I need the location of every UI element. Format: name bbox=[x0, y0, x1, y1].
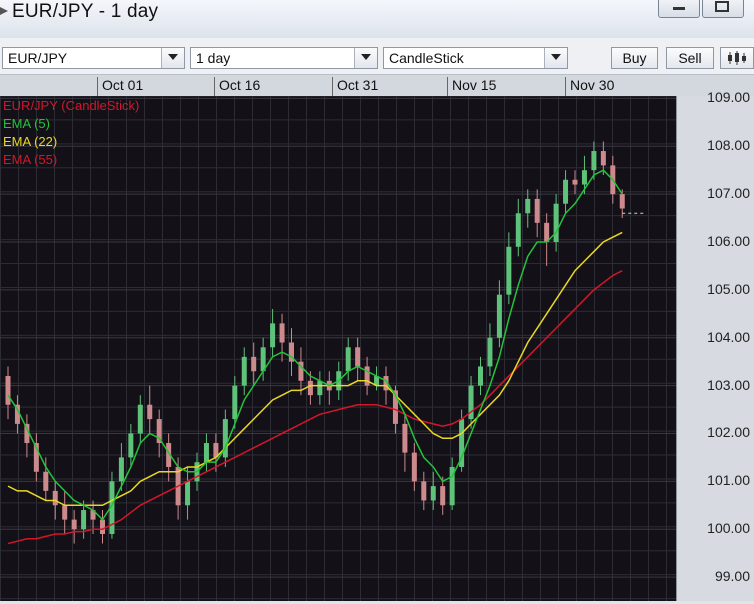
chart-type-value: CandleStick bbox=[389, 50, 464, 66]
candle-body bbox=[100, 519, 105, 534]
candle-body bbox=[81, 510, 87, 530]
candle-body bbox=[591, 151, 597, 171]
candle-body bbox=[402, 423, 408, 453]
y-tick-label: 104.00 bbox=[707, 328, 750, 345]
candle-body bbox=[307, 380, 313, 396]
symbol-dropdown[interactable]: EUR/JPY bbox=[2, 47, 185, 69]
y-tick-label: 108.00 bbox=[707, 137, 750, 154]
candle-body bbox=[544, 222, 550, 242]
y-tick-label: 99.00 bbox=[714, 568, 750, 585]
candle-body bbox=[147, 404, 153, 420]
candle-body bbox=[185, 481, 191, 506]
candle-body bbox=[478, 366, 483, 386]
candle-body bbox=[52, 490, 58, 506]
y-tick-label: 105.00 bbox=[707, 280, 750, 297]
candle-body bbox=[128, 433, 134, 458]
chevron-down-icon bbox=[551, 54, 561, 60]
x-tick-label: Nov 15 bbox=[447, 77, 496, 96]
y-tick-label: 106.00 bbox=[707, 232, 750, 249]
chart-type-dropdown-button[interactable] bbox=[544, 48, 567, 68]
y-tick-label: 101.00 bbox=[707, 472, 750, 489]
symbol-dropdown-button[interactable] bbox=[161, 48, 184, 68]
maximize-button[interactable] bbox=[702, 0, 744, 18]
candle-body bbox=[251, 356, 257, 372]
x-tick-label: Oct 16 bbox=[214, 77, 260, 96]
candle-body bbox=[71, 519, 77, 530]
window-titlebar: EUR/JPY - 1 day bbox=[0, 0, 754, 38]
timeframe-value: 1 day bbox=[196, 50, 231, 66]
timeframe-dropdown[interactable]: 1 day bbox=[190, 47, 378, 69]
ema22-line bbox=[7, 231, 623, 507]
legend-price: EUR/JPY (CandleStick) bbox=[3, 98, 140, 113]
legend-ema55: EMA (55) bbox=[3, 152, 58, 167]
candle-body bbox=[364, 366, 370, 386]
candle-body bbox=[581, 170, 587, 185]
candle-body bbox=[411, 452, 417, 482]
y-tick-label: 109.00 bbox=[707, 89, 750, 106]
candle-body bbox=[62, 505, 68, 520]
timeframe-dropdown-button[interactable] bbox=[354, 48, 377, 68]
ema5-line bbox=[7, 169, 623, 521]
candlestick-icon bbox=[728, 51, 746, 65]
chevron-down-icon bbox=[168, 54, 178, 60]
candle-body bbox=[534, 198, 540, 223]
candle-body bbox=[118, 457, 124, 482]
y-tick-label: 103.00 bbox=[707, 376, 750, 393]
y-tick-label: 107.00 bbox=[707, 185, 750, 202]
legend-ema22: EMA (22) bbox=[3, 134, 58, 149]
candle-body bbox=[355, 347, 361, 367]
x-tick-label: Oct 01 bbox=[97, 77, 143, 96]
candle-body bbox=[572, 179, 578, 185]
candle-body bbox=[496, 294, 502, 338]
minimize-button[interactable] bbox=[658, 0, 700, 18]
time-axis: Oct 01 Oct 16 Oct 31 Nov 15 Nov 30 bbox=[0, 75, 676, 97]
candle-body bbox=[317, 380, 323, 396]
window-title: EUR/JPY - 1 day bbox=[12, 1, 159, 22]
candle-body bbox=[525, 198, 531, 214]
legend-ema5: EMA (5) bbox=[3, 116, 50, 131]
chevron-down-icon bbox=[361, 54, 371, 60]
candle-body bbox=[137, 404, 143, 434]
candle-body bbox=[619, 194, 625, 209]
candle-body bbox=[279, 323, 285, 343]
app-icon bbox=[0, 7, 8, 15]
y-tick-label: 100.00 bbox=[707, 520, 750, 537]
candle-body bbox=[553, 203, 559, 242]
x-tick-label: Nov 30 bbox=[565, 77, 614, 96]
candle-body bbox=[506, 246, 512, 295]
sell-button[interactable]: Sell bbox=[666, 47, 714, 69]
candle-body bbox=[563, 179, 569, 204]
candle-body bbox=[440, 486, 446, 506]
buy-button[interactable]: Buy bbox=[611, 47, 658, 69]
candle-body bbox=[43, 471, 49, 491]
candle-body bbox=[421, 481, 427, 501]
chart-toolbar: EUR/JPY 1 day CandleStick Buy Sell bbox=[0, 38, 754, 75]
candle-body bbox=[487, 337, 493, 367]
symbol-value: EUR/JPY bbox=[8, 50, 68, 66]
candle-body bbox=[515, 213, 521, 247]
candle-body bbox=[241, 356, 247, 386]
candle-body bbox=[203, 443, 209, 463]
candle-body bbox=[5, 376, 11, 405]
indicators-button[interactable] bbox=[720, 47, 754, 69]
candle-body bbox=[345, 347, 351, 372]
x-tick-label: Oct 31 bbox=[332, 77, 378, 96]
candle-body bbox=[600, 151, 606, 166]
candle-body bbox=[232, 385, 238, 420]
candle-body bbox=[430, 486, 436, 501]
chart-plot-area[interactable]: EUR/JPY (CandleStick) EMA (5) EMA (22) E… bbox=[0, 96, 676, 601]
candlestick-chart[interactable] bbox=[0, 96, 676, 601]
maximize-icon bbox=[715, 1, 729, 12]
minimize-icon bbox=[673, 7, 685, 10]
chart-type-dropdown[interactable]: CandleStick bbox=[383, 47, 568, 69]
y-tick-label: 102.00 bbox=[707, 424, 750, 441]
candle-body bbox=[270, 323, 276, 348]
price-axis: 109.00 108.00 107.00 106.00 105.00 104.00 103.… bbox=[676, 89, 754, 601]
